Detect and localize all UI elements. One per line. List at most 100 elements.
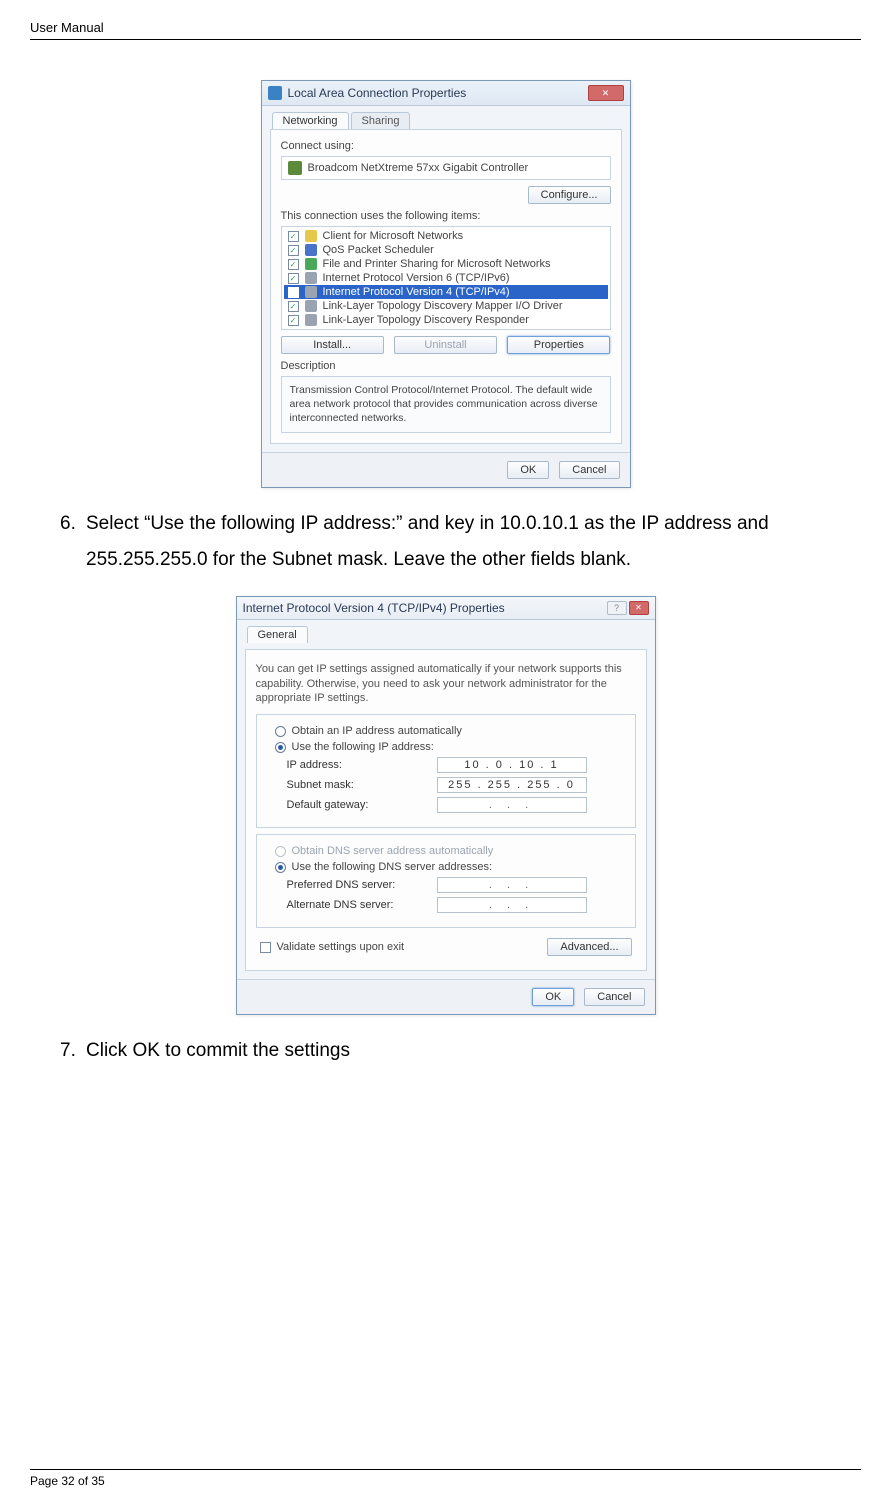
list-item[interactable]: File and Printer Sharing for Microsoft N… xyxy=(284,257,608,271)
checkbox-icon[interactable] xyxy=(288,315,299,326)
list-item-label: Internet Protocol Version 4 (TCP/IPv4) xyxy=(323,286,510,298)
help-text: You can get IP settings assigned automat… xyxy=(256,662,636,707)
ipv4-properties-dialog: Internet Protocol Version 4 (TCP/IPv4) P… xyxy=(236,596,656,1016)
alt-dns-row: Alternate DNS server: . . . xyxy=(287,897,627,913)
radio-icon[interactable] xyxy=(275,742,286,753)
step-number: 6. xyxy=(60,506,86,578)
adapter-box[interactable]: Broadcom NetXtreme 57xx Gigabit Controll… xyxy=(281,156,611,180)
gateway-input[interactable]: . . . xyxy=(437,797,587,813)
ok-button[interactable]: OK xyxy=(532,988,574,1006)
connection-items-list[interactable]: Client for Microsoft Networks QoS Packet… xyxy=(281,226,611,330)
pref-dns-input[interactable]: . . . xyxy=(437,877,587,893)
advanced-button[interactable]: Advanced... xyxy=(547,938,631,956)
share-icon xyxy=(305,258,317,270)
pref-dns-row: Preferred DNS server: . . . xyxy=(287,877,627,893)
step-text: Click OK to commit the settings xyxy=(86,1033,861,1069)
cancel-button[interactable]: Cancel xyxy=(584,988,644,1006)
protocol-icon xyxy=(305,272,317,284)
radio-manual-ip[interactable]: Use the following IP address: xyxy=(275,741,627,753)
list-item-selected[interactable]: Internet Protocol Version 4 (TCP/IPv4) xyxy=(284,285,608,299)
tab-sharing[interactable]: Sharing xyxy=(351,112,411,129)
titlebar: Local Area Connection Properties xyxy=(262,81,630,106)
step-text: Select “Use the following IP address:” a… xyxy=(86,506,861,578)
pref-dns-label: Preferred DNS server: xyxy=(287,879,437,891)
radio-icon[interactable] xyxy=(275,862,286,873)
radio-manual-dns[interactable]: Use the following DNS server addresses: xyxy=(275,861,627,873)
tab-networking[interactable]: Networking xyxy=(272,112,349,129)
dialog-title: Local Area Connection Properties xyxy=(288,86,467,100)
subnet-row: Subnet mask: 255 . 255 . 255 . 0 xyxy=(287,777,627,793)
checkbox-icon[interactable] xyxy=(288,245,299,256)
list-item-label: Client for Microsoft Networks xyxy=(323,230,464,242)
validate-row: Validate settings upon exit Advanced... xyxy=(260,938,632,956)
client-icon xyxy=(305,230,317,242)
dialog-button-row: OK Cancel xyxy=(262,452,630,487)
page-footer: Page 32 of 35 xyxy=(30,1469,861,1488)
step-7: 7. Click OK to commit the settings xyxy=(60,1033,861,1069)
ip-address-input[interactable]: 10 . 0 . 10 . 1 xyxy=(437,757,587,773)
local-area-connection-dialog: Local Area Connection Properties Network… xyxy=(261,80,631,488)
ok-button[interactable]: OK xyxy=(507,461,549,479)
radio-label: Obtain an IP address automatically xyxy=(292,725,462,737)
dns-group: Obtain DNS server address automatically … xyxy=(256,834,636,928)
ip-address-label: IP address: xyxy=(287,759,437,771)
close-icon[interactable] xyxy=(588,85,624,101)
checkbox-icon[interactable] xyxy=(288,273,299,284)
validate-label: Validate settings upon exit xyxy=(277,941,405,953)
help-icon[interactable]: ? xyxy=(607,601,627,615)
protocol-icon xyxy=(305,286,317,298)
screenshot-1: Local Area Connection Properties Network… xyxy=(30,80,861,488)
dialog-button-row: OK Cancel xyxy=(237,979,655,1014)
description-text: Transmission Control Protocol/Internet P… xyxy=(281,376,611,433)
radio-label: Obtain DNS server address automatically xyxy=(292,845,494,857)
checkbox-icon[interactable] xyxy=(288,231,299,242)
radio-label: Use the following DNS server addresses: xyxy=(292,861,493,873)
cancel-button[interactable]: Cancel xyxy=(559,461,619,479)
configure-button[interactable]: Configure... xyxy=(528,186,611,204)
alt-dns-label: Alternate DNS server: xyxy=(287,899,437,911)
lltd-icon xyxy=(305,314,317,326)
nic-icon xyxy=(288,161,302,175)
radio-label: Use the following IP address: xyxy=(292,741,434,753)
qos-icon xyxy=(305,244,317,256)
install-button[interactable]: Install... xyxy=(281,336,384,354)
list-item[interactable]: Link-Layer Topology Discovery Mapper I/O… xyxy=(284,299,608,313)
radio-auto-ip[interactable]: Obtain an IP address automatically xyxy=(275,725,627,737)
uninstall-button: Uninstall xyxy=(394,336,497,354)
list-item[interactable]: Link-Layer Topology Discovery Responder xyxy=(284,313,608,327)
checkbox-icon[interactable] xyxy=(288,301,299,312)
validate-checkbox[interactable] xyxy=(260,942,271,953)
page-header: User Manual xyxy=(30,20,861,40)
gateway-label: Default gateway: xyxy=(287,799,437,811)
list-item[interactable]: QoS Packet Scheduler xyxy=(284,243,608,257)
subnet-label: Subnet mask: xyxy=(287,779,437,791)
radio-icon[interactable] xyxy=(275,726,286,737)
close-icon[interactable] xyxy=(629,601,649,615)
description-label: Description xyxy=(281,360,611,372)
checkbox-icon[interactable] xyxy=(288,287,299,298)
list-item[interactable]: Internet Protocol Version 6 (TCP/IPv6) xyxy=(284,271,608,285)
tab-strip: Networking Sharing xyxy=(272,112,630,129)
items-label: This connection uses the following items… xyxy=(281,210,611,222)
screenshot-2: Internet Protocol Version 4 (TCP/IPv4) P… xyxy=(30,596,861,1016)
ip-address-row: IP address: 10 . 0 . 10 . 1 xyxy=(287,757,627,773)
page-number: Page 32 of 35 xyxy=(30,1474,105,1488)
checkbox-icon[interactable] xyxy=(288,259,299,270)
general-panel: You can get IP settings assigned automat… xyxy=(245,649,647,972)
list-item-label: Link-Layer Topology Discovery Responder xyxy=(323,314,529,326)
ip-group: Obtain an IP address automatically Use t… xyxy=(256,714,636,828)
network-icon xyxy=(268,86,282,100)
list-item-label: Internet Protocol Version 6 (TCP/IPv6) xyxy=(323,272,510,284)
properties-button[interactable]: Properties xyxy=(507,336,610,354)
adapter-name: Broadcom NetXtreme 57xx Gigabit Controll… xyxy=(308,162,529,174)
subnet-input[interactable]: 255 . 255 . 255 . 0 xyxy=(437,777,587,793)
alt-dns-input[interactable]: . . . xyxy=(437,897,587,913)
list-item[interactable]: Client for Microsoft Networks xyxy=(284,229,608,243)
tab-general[interactable]: General xyxy=(247,626,308,643)
connect-using-label: Connect using: xyxy=(281,140,611,152)
list-item-label: File and Printer Sharing for Microsoft N… xyxy=(323,258,551,270)
header-title: User Manual xyxy=(30,20,104,35)
step-number: 7. xyxy=(60,1033,86,1069)
lltd-icon xyxy=(305,300,317,312)
titlebar: Internet Protocol Version 4 (TCP/IPv4) P… xyxy=(237,597,655,620)
